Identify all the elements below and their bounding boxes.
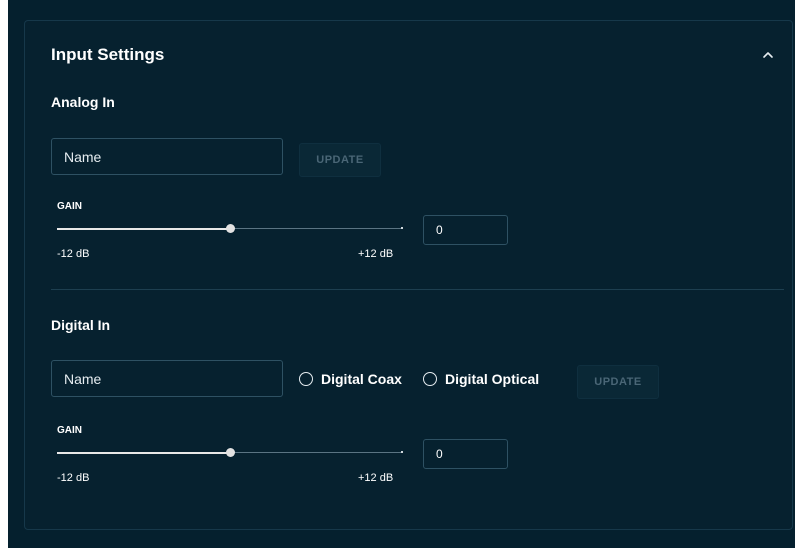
digital-in-title: Digital In <box>51 317 111 333</box>
analog-in-title: Analog In <box>51 94 115 110</box>
analog-gain-value-input[interactable] <box>423 215 508 245</box>
radio-digital-optical[interactable]: Digital Optical <box>423 371 539 387</box>
digital-gain-label: GAIN <box>57 425 82 436</box>
radio-circle-icon <box>299 372 313 386</box>
radio-circle-icon <box>423 372 437 386</box>
analog-gain-max-label: +12 dB <box>358 248 394 260</box>
collapse-button[interactable] <box>758 45 778 65</box>
radio-label: Digital Optical <box>445 371 540 387</box>
slider-end-tick <box>401 227 403 229</box>
chevron-up-icon <box>763 52 773 58</box>
analog-gain-min-label: -12 dB <box>57 248 90 260</box>
slider-fill <box>57 228 230 230</box>
analog-gain-slider[interactable] <box>57 223 403 235</box>
section-divider <box>51 289 784 290</box>
radio-label: Digital Coax <box>321 371 402 387</box>
slider-thumb[interactable] <box>226 224 235 233</box>
input-settings-card: Input Settings Analog In UPDATE GAIN -12… <box>24 20 793 530</box>
digital-update-button[interactable]: UPDATE <box>577 365 659 399</box>
slider-end-tick <box>401 451 403 453</box>
digital-gain-value-input[interactable] <box>423 439 508 469</box>
slider-thumb[interactable] <box>226 448 235 457</box>
card-title: Input Settings <box>51 45 165 64</box>
analog-gain-label: GAIN <box>57 201 82 212</box>
analog-update-button[interactable]: UPDATE <box>299 143 381 177</box>
analog-name-input[interactable] <box>51 138 283 175</box>
digital-name-input[interactable] <box>51 360 283 397</box>
radio-digital-coax[interactable]: Digital Coax <box>299 371 402 387</box>
digital-gain-min-label: -12 dB <box>57 472 90 484</box>
digital-gain-slider[interactable] <box>57 447 403 459</box>
page-background: Input Settings Analog In UPDATE GAIN -12… <box>8 0 795 548</box>
digital-gain-max-label: +12 dB <box>358 472 394 484</box>
slider-fill <box>57 452 230 454</box>
